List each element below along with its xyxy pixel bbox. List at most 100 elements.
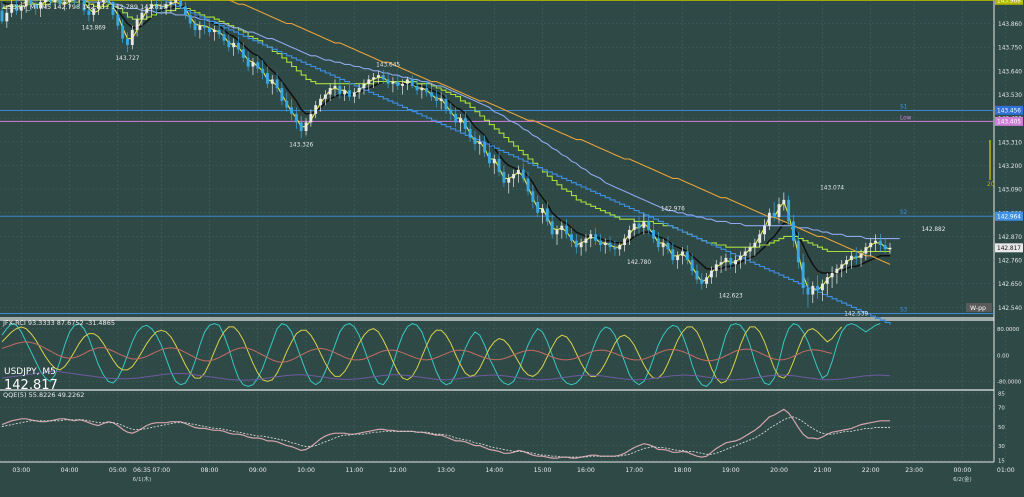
candle-body [387,79,390,83]
candle-body [136,19,139,30]
candle-body [454,114,457,123]
candle-body [642,221,645,227]
candle-body [425,88,428,92]
time-tick-label: 08:00 [201,467,219,474]
candle-body [782,200,785,204]
price-tick-label: 143.640 [998,69,1022,75]
candle-body [792,221,795,240]
candle-body [382,75,385,79]
candle-body [198,26,201,30]
candle-body [121,26,124,39]
time-tick-label: 00:00 [953,467,971,474]
time-tick-label: 03:00 [12,467,30,474]
candle-body [874,241,877,243]
candle-body [237,43,240,49]
time-tick-label: 21:00 [814,467,832,474]
candle-body [396,82,399,86]
price-annotation: 142.780 [627,260,651,266]
candle-body [889,248,892,250]
candle-body [203,26,206,28]
symbol-overlay-label: USDJPY, M5 [4,367,56,377]
price-tick-label: 143.860 [998,22,1022,28]
time-tick-label: 18:00 [674,467,692,474]
candle-body [720,262,723,264]
candle-body [546,208,549,221]
candle-body [68,0,71,2]
qqe-tick-label: 15 [998,458,1005,464]
candle-body [179,0,182,6]
candle-body [498,159,501,172]
price-label-text: 143.456 [997,109,1021,115]
candle-body [478,142,481,144]
level-label: S3 [900,307,908,313]
candle-body [126,39,129,45]
candle-body [280,88,283,101]
price-label-text: 142.964 [997,215,1021,221]
time-tick-label: 23:00 [905,467,923,474]
candle-body [831,273,834,277]
time-tick-label: 04:00 [61,467,79,474]
candle-body [594,234,597,240]
candle-body [377,75,380,77]
candle-body [276,79,279,88]
candle-body [372,77,375,79]
candle-body [778,204,781,217]
candle-body [290,107,293,113]
trading-chart: PIVOTS1LowS2S3144.006144.024143.869143.9… [0,0,1024,493]
candle-body [560,226,563,230]
qqe-tick-label: 30 [998,444,1005,450]
candle-body [54,0,57,2]
candle-body [575,241,578,247]
candle-body [189,15,192,24]
price-tick-label: 143.750 [998,46,1022,52]
candle-body [309,114,312,123]
candle-body [536,202,539,213]
candle-body [585,239,588,243]
time-tick-label: 12:00 [389,467,407,474]
candle-body [502,172,505,183]
candle-body [107,0,110,2]
candle-body [662,243,665,247]
candle-body [440,99,443,101]
candle-body [710,271,713,277]
candle-body [464,118,467,129]
candle-body [474,137,477,143]
time-tick-label: 15:00 [534,467,552,474]
candle-body [5,13,8,22]
candle-body [227,41,230,47]
price-tick-label: 142.650 [998,282,1022,288]
candle-body [618,245,621,249]
candle-body [835,269,838,273]
candle-body [734,260,737,264]
candle-body [628,230,631,239]
candle-body [334,86,337,88]
candle-body [541,208,544,212]
candle-body [430,92,433,96]
candle-body [797,241,800,263]
candle-body [821,284,824,290]
candle-body [449,110,452,114]
candle-body [787,200,790,222]
candle-body [488,153,491,164]
price-tick-label: 143.530 [998,93,1022,99]
candle-body [420,88,423,90]
time-tick-label: 17:00 [625,467,643,474]
price-annotation: 143.645 [376,63,400,69]
date-tick-label: 6/2(金) [953,475,972,483]
candle-body [724,258,727,262]
candle-body [860,254,863,258]
candle-body [131,30,134,45]
price-annotation: 142.976 [661,207,685,213]
candle-body [348,90,351,96]
time-tick-label: 01:00 [997,467,1015,474]
time-tick-label: 22:00 [862,467,880,474]
candle-body [367,79,370,83]
time-tick-label: 16:00 [577,467,595,474]
symbol-overlay-price: 142.817 [4,378,58,393]
candle-body [826,277,829,283]
qqe-tick-label: 70 [998,406,1005,412]
candle-body [522,170,525,179]
candle-body [247,58,250,67]
candle-body [840,264,843,268]
date-tick-label: 6/1(木) [133,475,152,483]
